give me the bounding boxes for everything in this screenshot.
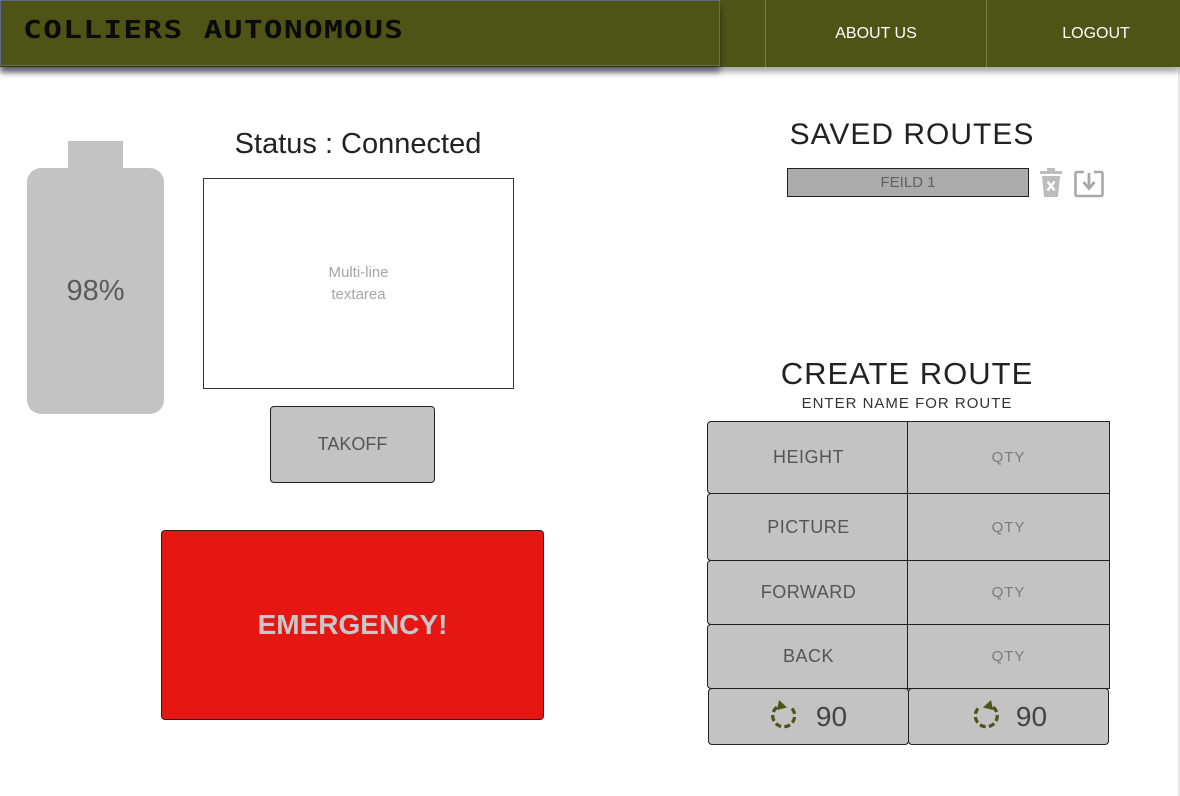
battery-terminal [68, 141, 123, 171]
forward-qty-input[interactable]: QTY [907, 560, 1110, 625]
back-qty-input[interactable]: QTY [907, 624, 1110, 689]
connection-status: Status : Connected [234, 128, 482, 160]
trash-icon[interactable] [1040, 168, 1062, 203]
log-textarea[interactable]: Multi-line textarea [203, 178, 514, 389]
rotate-counterclockwise-button[interactable]: 90 [908, 688, 1109, 745]
page: COLLIERS AUTONOMOUS ABOUT US LOGOUT 98% … [0, 0, 1180, 796]
textarea-placeholder: Multi-line textarea [328, 263, 389, 303]
rotate-counterclockwise-icon [970, 696, 1000, 737]
height-command-button[interactable]: HEIGHT [707, 421, 910, 494]
battery-level-text: 98% [66, 274, 125, 307]
rotate-clockwise-button[interactable]: 90 [708, 688, 909, 745]
forward-command-button[interactable]: FORWARD [707, 560, 910, 625]
rotate-clockwise-icon [770, 696, 800, 737]
nav-about-us[interactable]: ABOUT US [766, 0, 986, 67]
takeoff-button[interactable]: TAKOFF [270, 406, 435, 483]
emergency-button[interactable]: EMERGENCY! [161, 530, 544, 720]
brand-logo-text: COLLIERS AUTONOMOUS [23, 15, 405, 44]
nav-logout[interactable]: LOGOUT [987, 0, 1180, 67]
saved-route-item[interactable]: FEILD 1 [787, 168, 1029, 197]
download-icon[interactable] [1074, 170, 1104, 203]
saved-routes-title: SAVED ROUTES [789, 118, 1035, 151]
brand-area[interactable]: COLLIERS AUTONOMOUS [0, 0, 720, 66]
create-route-title: CREATE ROUTE [780, 356, 1034, 391]
back-command-button[interactable]: BACK [707, 624, 910, 689]
top-nav-bar: COLLIERS AUTONOMOUS ABOUT US LOGOUT [0, 0, 1180, 67]
rotate-counterclockwise-degrees: 90 [1015, 700, 1048, 732]
height-qty-input[interactable]: QTY [907, 421, 1110, 494]
route-name-input[interactable]: ENTER NAME FOR ROUTE [740, 395, 1074, 412]
rotate-clockwise-degrees: 90 [815, 700, 848, 732]
picture-command-button[interactable]: PICTURE [707, 493, 910, 561]
battery-indicator: 98% [27, 168, 164, 414]
picture-qty-input[interactable]: QTY [907, 493, 1110, 561]
